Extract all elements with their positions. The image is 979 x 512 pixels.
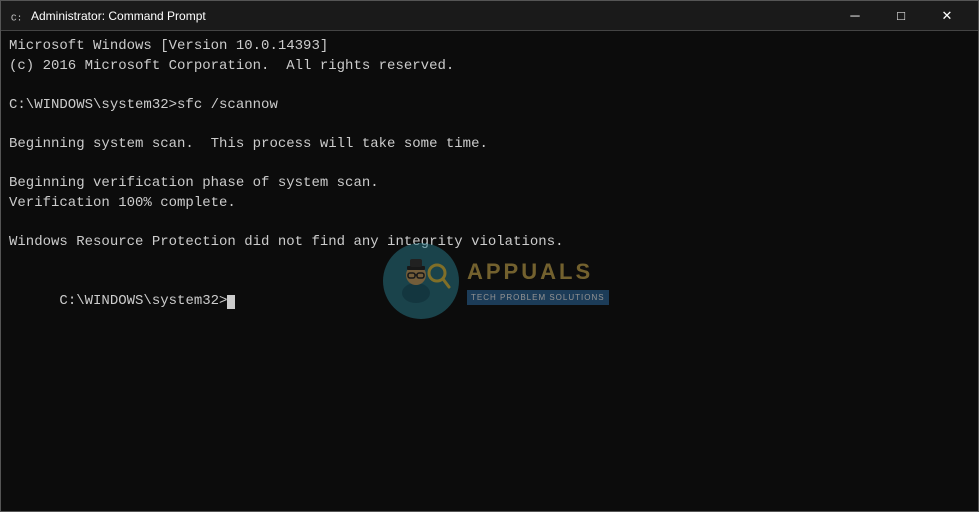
svg-text:C:: C: [11,12,23,23]
terminal-line [9,155,970,175]
terminal-line [9,115,970,135]
maximize-button[interactable]: □ [878,1,924,31]
watermark-tagline: TECH PROBLEM SOLUTIONS [467,290,609,305]
watermark-logo: APPUALS TECH PROBLEM SOLUTIONS [381,241,609,321]
title-bar-text: Administrator: Command Prompt [31,9,832,23]
cursor [227,295,235,309]
terminal-line: Beginning verification phase of system s… [9,174,970,194]
title-bar: C: Administrator: Command Prompt ─ □ ✕ [1,1,978,31]
terminal-line: Verification 100% complete. [9,194,970,214]
terminal-line [9,76,970,96]
terminal-line: Beginning system scan. This process will… [9,135,970,155]
minimize-button[interactable]: ─ [832,1,878,31]
terminal-line: (c) 2016 Microsoft Corporation. All righ… [9,57,970,77]
watermark-brand-name: APPUALS [467,257,593,288]
terminal-line: Microsoft Windows [Version 10.0.14393] [9,37,970,57]
close-button[interactable]: ✕ [924,1,970,31]
watermark: APPUALS TECH PROBLEM SOLUTIONS [381,241,609,321]
title-bar-controls: ─ □ ✕ [832,1,970,31]
terminal-line [9,213,970,233]
cmd-window: C: Administrator: Command Prompt ─ □ ✕ M… [0,0,979,512]
cmd-icon: C: [9,8,25,24]
terminal-line: C:\WINDOWS\system32>sfc /scannow [9,96,970,116]
terminal-body[interactable]: Microsoft Windows [Version 10.0.14393] (… [1,31,978,511]
watermark-text-block: APPUALS TECH PROBLEM SOLUTIONS [467,257,609,305]
